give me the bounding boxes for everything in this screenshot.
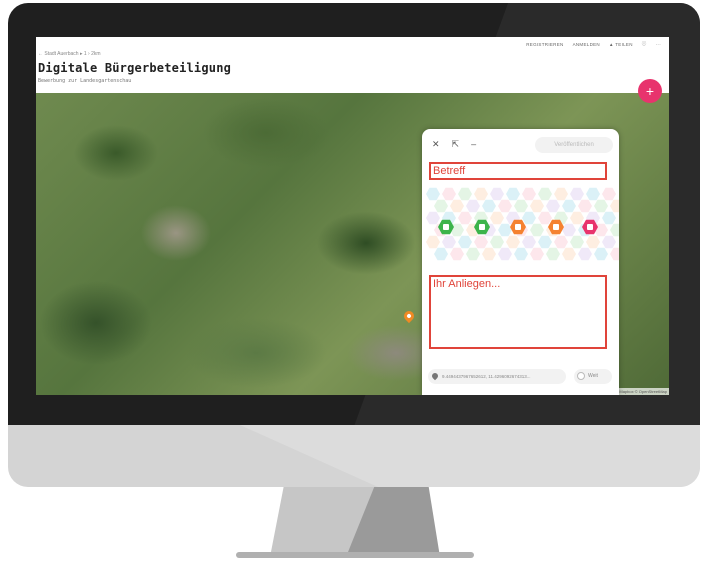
hex-tile [522, 187, 536, 201]
hex-tile [442, 235, 456, 249]
hex-tile [530, 223, 544, 237]
hex-tile [490, 211, 504, 225]
help-icon[interactable]: ⓘ [642, 41, 647, 47]
header: ← Stadt Auerbach ▸ 1 › 2km Digitale Bürg… [36, 37, 669, 93]
concern-placeholder: Ihr Anliegen... [433, 278, 501, 290]
hex-tile [530, 247, 544, 261]
new-concern-panel: ✕ ⇱ – Veröffentlichen Betreff Ihr Anlieg… [422, 129, 619, 395]
hex-tile [530, 199, 544, 213]
more-icon[interactable]: ··· [656, 42, 661, 47]
hex-tile [474, 235, 488, 249]
hex-tile [554, 187, 568, 201]
hex-tile [498, 199, 512, 213]
expand-icon[interactable]: ⇱ [452, 139, 460, 150]
add-button[interactable]: + [638, 79, 662, 103]
hex-tile [466, 199, 480, 213]
location-icon [430, 371, 440, 381]
breadcrumb[interactable]: ← Stadt Auerbach ▸ 1 › 2km [38, 51, 101, 57]
coordinates-text: 9.4494437967652612, 11.4296092674313... [442, 374, 531, 379]
register-link[interactable]: REGISTRIEREN [526, 42, 563, 47]
subject-placeholder: Betreff [433, 165, 466, 177]
hex-tile [506, 235, 520, 249]
hex-tile [426, 235, 440, 249]
visibility-toggle[interactable]: Weit [574, 369, 612, 384]
share-link[interactable]: ▲ TEILEN [609, 42, 633, 47]
panel-toolbar: ✕ ⇱ – [432, 139, 476, 150]
hex-tile [610, 223, 619, 237]
hex-tile [482, 247, 496, 261]
hex-tile [578, 247, 592, 261]
hex-tile [586, 187, 600, 201]
hex-tile [562, 223, 576, 237]
hex-tile [570, 211, 584, 225]
hex-tile [490, 235, 504, 249]
screen: ← Stadt Auerbach ▸ 1 › 2km Digitale Bürg… [36, 37, 669, 395]
hex-tile [562, 199, 576, 213]
hex-tile [458, 187, 472, 201]
hex-tile [426, 187, 440, 201]
hex-tile [498, 247, 512, 261]
hex-tile [602, 187, 616, 201]
hex-tile [458, 235, 472, 249]
hex-tile [554, 235, 568, 249]
hex-tile [610, 199, 619, 213]
hex-tile [586, 235, 600, 249]
hex-tile [498, 223, 512, 237]
hex-tile [562, 247, 576, 261]
hex-tile [474, 187, 488, 201]
hex-tile [546, 247, 560, 261]
hex-tile [450, 199, 464, 213]
hex-tile [578, 199, 592, 213]
publish-button[interactable]: Veröffentlichen [535, 137, 613, 153]
hex-tile [602, 235, 616, 249]
login-link[interactable]: ANMELDEN [573, 42, 600, 47]
hex-tile [442, 187, 456, 201]
page-subtitle: Bewerbung zur Landesgartenschau [38, 78, 132, 84]
hex-tile [570, 187, 584, 201]
location-pin-icon[interactable] [401, 308, 417, 324]
hex-tile [506, 187, 520, 201]
toggle-label: Weit [588, 373, 598, 379]
hex-tile [538, 235, 552, 249]
hex-tile [466, 247, 480, 261]
hex-tile [514, 247, 528, 261]
hex-tile [434, 247, 448, 261]
toggle-knob [577, 372, 585, 380]
close-icon[interactable]: ✕ [432, 139, 440, 150]
concern-textarea[interactable]: Ihr Anliegen... [429, 275, 607, 349]
page-title: Digitale Bürgerbeteiligung [38, 61, 232, 75]
hex-tile [522, 235, 536, 249]
hex-tile [522, 211, 536, 225]
minimize-icon[interactable]: – [471, 139, 476, 150]
monitor-base [236, 552, 474, 558]
hex-tile [458, 211, 472, 225]
hex-tile [482, 199, 496, 213]
top-menu: REGISTRIEREN ANMELDEN ▲ TEILEN ⓘ ··· [526, 41, 661, 47]
hex-tile [538, 187, 552, 201]
hex-tile [610, 247, 619, 261]
hex-tile [594, 199, 608, 213]
subject-field[interactable]: Betreff [429, 162, 607, 180]
hex-tile [514, 199, 528, 213]
location-field[interactable]: 9.4494437967652612, 11.4296092674313... [428, 369, 566, 384]
hex-tile [570, 235, 584, 249]
hex-tile [602, 211, 616, 225]
hex-tile [426, 211, 440, 225]
category-hex-grid [426, 187, 619, 267]
hex-tile [450, 247, 464, 261]
hex-tile [546, 199, 560, 213]
hex-tile [490, 187, 504, 201]
map-attribution[interactable]: © Mapbox © OpenStreetMap [613, 388, 669, 395]
hex-tile [434, 199, 448, 213]
hex-tile [538, 211, 552, 225]
hex-tile [594, 247, 608, 261]
